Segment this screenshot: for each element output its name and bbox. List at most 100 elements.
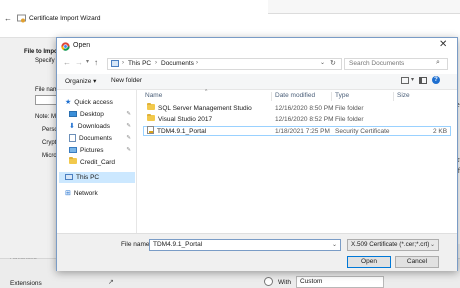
new-folder-button[interactable]: New folder [111,77,142,84]
forward-icon[interactable]: → [75,58,83,67]
close-icon[interactable]: ✕ [439,39,447,50]
sidebar-item-desktop[interactable]: Desktop ✎ [69,109,135,120]
preview-pane-icon[interactable] [419,77,427,84]
column-header-type[interactable]: Type [335,92,349,99]
file-size: 2 KB [433,128,448,135]
address-bar[interactable]: › This PC › Documents › ⌄ ↻ [107,58,342,70]
recent-chevron-icon[interactable]: ▾ [86,58,89,65]
open-button[interactable]: Open [347,256,391,268]
pin-icon: ✎ [126,111,131,117]
chevron-right-icon: › [196,60,198,66]
chevron-right-icon: › [122,60,124,66]
pictures-icon [69,147,77,154]
background-window-titlebar [266,0,460,14]
file-type-filter-value: X.509 Certificate (*.cer;*.crt) [351,241,430,248]
file-name: Visual Studio 2017 [158,116,213,123]
breadcrumb-this-pc[interactable]: This PC [128,60,151,67]
file-name-cell: Visual Studio 2017 [147,113,213,125]
with-label: With [278,279,291,286]
chrome-icon [61,42,70,51]
format-micro: Micro [42,153,57,159]
file-row[interactable]: SQL Server Management Studio 12/16/2020 … [143,102,451,114]
sidebar-item-downloads[interactable]: ⬇ Downloads ✎ [69,121,135,132]
view-options-icon[interactable] [401,77,409,84]
pc-icon [65,174,73,181]
column-header-date[interactable]: Date modified [275,92,315,99]
file-date: 1/18/2021 7:25 PM [275,128,330,135]
back-icon[interactable]: ← [63,58,71,67]
open-file-dialog: Open ✕ ← → ▾ ↑ › This PC › Documents › ⌄… [56,37,458,271]
sidebar-item-quick-access[interactable]: ★ Quick access [65,97,135,108]
file-type: File folder [335,116,364,123]
column-divider[interactable] [271,92,272,101]
pc-icon [111,60,119,67]
wizard-instructions: Specify t [35,58,59,64]
search-input[interactable]: Search Documents [349,60,404,67]
sidebar-item-credit-card[interactable]: Credit_Card [69,156,135,168]
dialog-toolbar: Organize ▾ New folder ▾ ? [57,74,457,90]
custom-dropdown[interactable]: Custom [296,276,384,288]
note-text: Note: M [35,114,57,120]
dialog-titlebar: Open ✕ [57,38,457,56]
refresh-icon[interactable]: ↻ [330,59,336,67]
file-name-input[interactable]: TDM4.9.1_Portal [153,241,202,248]
radio-button[interactable] [264,277,273,286]
extensions-label[interactable]: Extensions [10,280,42,287]
file-name-cell: SQL Server Management Studio [147,102,252,114]
sidebar-item-documents[interactable]: Documents ✎ [69,133,135,144]
sidebar-item-label: Documents [79,135,112,142]
sidebar-item-label: This PC [76,174,100,181]
file-type-filter[interactable]: X.509 Certificate (*.cer;*.crt) ⌄ [347,239,439,251]
sidebar-item-this-pc[interactable]: This PC [59,172,135,183]
folder-icon [69,156,77,165]
navigation-pane: ★ Quick access Desktop ✎ ⬇ Downloads ✎ Docum… [57,90,137,233]
breadcrumb-documents[interactable]: Documents [161,60,194,67]
chevron-down-icon[interactable]: ▾ [411,76,414,83]
file-date: 12/16/2020 8:50 PM [275,105,334,112]
file-name-input[interactable] [35,95,57,105]
star-icon: ★ [65,99,72,106]
sidebar-item-label: Pictures [80,147,104,154]
file-name-label: File nam [35,87,59,93]
sort-indicator-icon: ^ [205,89,208,95]
sidebar-item-pictures[interactable]: Pictures ✎ [69,145,135,156]
file-row-selected[interactable]: TDM4.9.1_Portal 1/18/2021 7:25 PM Securi… [143,126,451,136]
sidebar-item-label: Quick access [74,99,113,107]
chevron-down-icon[interactable]: ⌄ [332,240,337,250]
column-divider[interactable] [331,92,332,101]
file-type: Security Certificate [335,128,390,135]
external-link-icon: ↗ [108,279,114,286]
chevron-down-icon[interactable]: ⌄ [430,240,435,250]
organize-button[interactable]: Organize ▾ [65,77,96,85]
back-arrow-icon[interactable]: ← [4,14,12,23]
chevron-right-icon: › [155,60,157,66]
file-row[interactable]: Visual Studio 2017 12/16/2020 8:52 PM Fi… [143,113,451,125]
file-name-combobox[interactable]: TDM4.9.1_Portal ⌄ [149,239,341,251]
wizard-header: ← Certificate Import Wizard [0,0,268,38]
wizard-title: Certificate Import Wizard [29,15,101,22]
sidebar-item-label: Desktop [80,111,104,118]
format-crypt: Crypt [42,140,57,146]
dialog-footer: File name: TDM4.9.1_Portal ⌄ X.509 Certi… [57,233,457,271]
file-list: ^ Name Date modified Type Size SQL Serve… [137,89,457,233]
desktop-icon [69,111,77,118]
cancel-button[interactable]: Cancel [395,256,439,268]
help-icon[interactable]: ? [432,76,440,84]
organize-label: Organize [65,78,92,85]
column-divider[interactable] [393,92,394,101]
column-header-name[interactable]: Name [145,92,162,99]
file-date: 12/16/2020 8:52 PM [275,116,334,123]
search-box[interactable]: Search Documents ⌕ [344,58,448,70]
sidebar-item-label: Network [73,190,98,198]
column-header-size[interactable]: Size [397,92,410,99]
pin-icon: ✎ [126,147,131,153]
up-icon[interactable]: ↑ [94,58,98,67]
search-icon[interactable]: ⌕ [436,59,440,67]
certificate-icon [17,14,26,23]
download-icon: ⬇ [69,123,75,130]
sidebar-item-network[interactable]: ⊞ Network [65,188,135,199]
file-name: TDM4.9.1_Portal [157,128,207,135]
file-name-cell: TDM4.9.1_Portal [147,126,207,137]
chevron-down-icon[interactable]: ⌄ [320,59,325,66]
file-type: File folder [335,105,364,112]
